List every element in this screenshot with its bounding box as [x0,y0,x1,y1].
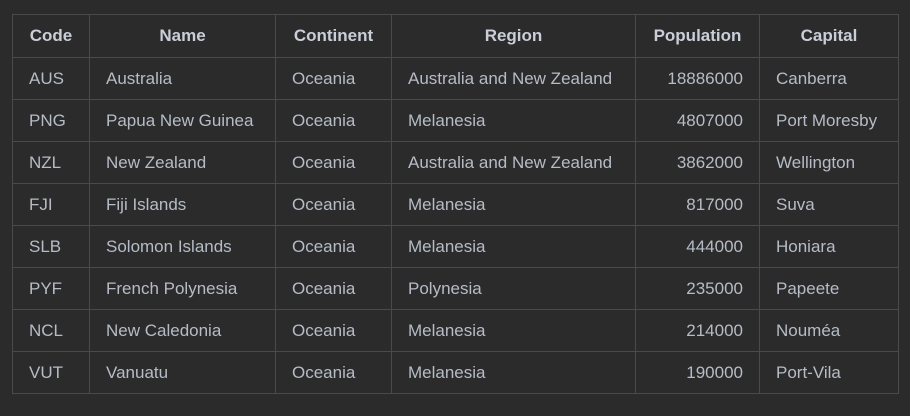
cell-name: Fiji Islands [89,183,276,226]
table-row[interactable]: NCL New Caledonia Oceania Melanesia 2140… [12,309,899,352]
cell-region: Australia and New Zealand [391,141,636,184]
cell-capital: Port-Vila [759,351,899,394]
cell-region: Australia and New Zealand [391,57,636,100]
cell-region: Melanesia [391,351,636,394]
cell-name: New Caledonia [89,309,276,352]
table-row[interactable]: FJI Fiji Islands Oceania Melanesia 81700… [12,183,899,226]
cell-code: AUS [12,57,90,100]
cell-name: French Polynesia [89,267,276,310]
cell-code: FJI [12,183,90,226]
cell-name: Australia [89,57,276,100]
table-row[interactable]: AUS Australia Oceania Australia and New … [12,57,899,100]
country-table: Code Name Continent Region Population Ca… [12,14,899,394]
table-row[interactable]: NZL New Zealand Oceania Australia and Ne… [12,141,899,184]
country-table-container: Code Name Continent Region Population Ca… [12,14,899,394]
cell-population: 3862000 [635,141,760,184]
cell-code: PYF [12,267,90,310]
cell-code: NZL [12,141,90,184]
cell-name: New Zealand [89,141,276,184]
column-header-capital[interactable]: Capital [759,14,899,58]
cell-continent: Oceania [275,267,392,310]
cell-capital: Papeete [759,267,899,310]
cell-capital: Honiara [759,225,899,268]
cell-capital: Wellington [759,141,899,184]
cell-region: Melanesia [391,225,636,268]
cell-capital: Port Moresby [759,99,899,142]
table-row[interactable]: PYF French Polynesia Oceania Polynesia 2… [12,267,899,310]
cell-code: SLB [12,225,90,268]
cell-code: PNG [12,99,90,142]
cell-population: 18886000 [635,57,760,100]
cell-population: 4807000 [635,99,760,142]
cell-population: 214000 [635,309,760,352]
cell-capital: Suva [759,183,899,226]
cell-continent: Oceania [275,141,392,184]
cell-capital: Canberra [759,57,899,100]
table-row[interactable]: SLB Solomon Islands Oceania Melanesia 44… [12,225,899,268]
cell-population: 190000 [635,351,760,394]
cell-continent: Oceania [275,99,392,142]
cell-code: VUT [12,351,90,394]
column-header-population[interactable]: Population [635,14,760,58]
table-header-row: Code Name Continent Region Population Ca… [12,14,899,58]
cell-population: 444000 [635,225,760,268]
cell-code: NCL [12,309,90,352]
column-header-name[interactable]: Name [89,14,276,58]
cell-continent: Oceania [275,57,392,100]
table-row[interactable]: VUT Vanuatu Oceania Melanesia 190000 Por… [12,351,899,394]
cell-name: Solomon Islands [89,225,276,268]
column-header-continent[interactable]: Continent [275,14,392,58]
cell-name: Vanuatu [89,351,276,394]
cell-name: Papua New Guinea [89,99,276,142]
cell-region: Melanesia [391,99,636,142]
cell-population: 817000 [635,183,760,226]
cell-continent: Oceania [275,225,392,268]
cell-continent: Oceania [275,309,392,352]
cell-region: Melanesia [391,183,636,226]
column-header-code[interactable]: Code [12,14,90,58]
table-row[interactable]: PNG Papua New Guinea Oceania Melanesia 4… [12,99,899,142]
column-header-region[interactable]: Region [391,14,636,58]
cell-capital: Nouméa [759,309,899,352]
cell-continent: Oceania [275,183,392,226]
cell-region: Melanesia [391,309,636,352]
cell-region: Polynesia [391,267,636,310]
cell-continent: Oceania [275,351,392,394]
cell-population: 235000 [635,267,760,310]
